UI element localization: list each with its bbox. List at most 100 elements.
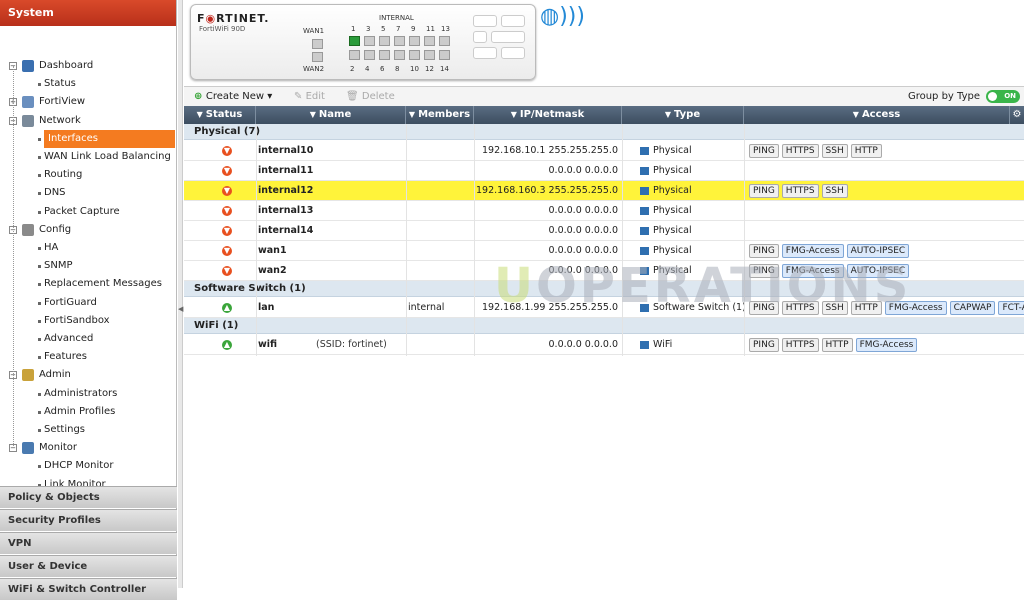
- sidebar-section-user-device[interactable]: User & Device: [0, 555, 177, 577]
- col-access[interactable]: ▼ Access: [744, 106, 1010, 124]
- sidebar-item-dns[interactable]: DNS: [0, 184, 177, 202]
- internal-port-7[interactable]: [394, 36, 405, 46]
- internal-port-11[interactable]: [424, 36, 435, 46]
- sidebar-item-network[interactable]: − Network: [0, 112, 177, 130]
- tree-bullet-icon: [38, 319, 41, 323]
- sidebar-item-routing[interactable]: Routing: [0, 166, 177, 184]
- access-badge-http: HTTP: [821, 337, 853, 352]
- internal-port-10[interactable]: [409, 50, 420, 60]
- table-row[interactable]: ▼ internal13 0.0.0.0 0.0.0.0 Physical: [184, 201, 1024, 221]
- internal-port-5[interactable]: [379, 36, 390, 46]
- table-row[interactable]: ▼ internal12 192.168.160.3 255.255.255.0 Ph…: [184, 181, 1024, 201]
- sidebar-item-admin-profiles[interactable]: Admin Profiles: [0, 403, 177, 421]
- sidebar-header[interactable]: System: [0, 0, 176, 26]
- sidebar-item-ha[interactable]: HA: [0, 239, 177, 257]
- sidebar-splitter[interactable]: ◀: [178, 0, 183, 588]
- access-badge-ssh: SSH: [821, 183, 848, 198]
- internal-port-9[interactable]: [409, 36, 420, 46]
- group-by-toggle[interactable]: ON: [986, 90, 1020, 103]
- sidebar-section-policy-objects[interactable]: Policy & Objects: [0, 486, 177, 508]
- collapse-arrow-icon[interactable]: ◀: [178, 305, 183, 313]
- sidebar-item-dhcp-monitor[interactable]: DHCP Monitor: [0, 457, 177, 475]
- sidebar-item-settings[interactable]: Settings: [0, 421, 177, 439]
- internal-port-8[interactable]: [394, 50, 405, 60]
- delete-button[interactable]: 🗑 Delete: [346, 90, 395, 104]
- group-header-wifi-1[interactable]: WiFi (1): [184, 318, 1024, 334]
- sidebar-item-replacement-messages[interactable]: Replacement Messages: [0, 275, 177, 293]
- config-icon: [22, 223, 34, 236]
- type-label: WiFi: [653, 339, 673, 350]
- interface-name[interactable]: internal14: [258, 221, 313, 241]
- wan2-port[interactable]: [312, 52, 323, 62]
- interface-name[interactable]: wifi: [258, 335, 277, 355]
- table-row[interactable]: ▼ internal14 0.0.0.0 0.0.0.0 Physical: [184, 221, 1024, 241]
- internal-port-1[interactable]: [349, 36, 360, 46]
- sidebar-item-fortiguard[interactable]: FortiGuard: [0, 294, 177, 312]
- filter-icon: ▼: [664, 110, 672, 119]
- tree-bullet-icon: [38, 210, 41, 214]
- sidebar-item-administrators[interactable]: Administrators: [0, 385, 177, 403]
- sidebar-item-snmp[interactable]: SNMP: [0, 257, 177, 275]
- monitor-icon: [22, 442, 34, 455]
- table-row[interactable]: ▼ internal10 192.168.10.1 255.255.255.0 Phy…: [184, 141, 1024, 161]
- col-ip[interactable]: ▼ IP/Netmask: [474, 106, 622, 124]
- sidebar-section-vpn[interactable]: VPN: [0, 532, 177, 554]
- ip-netmask-cell: 192.168.10.1 255.255.255.0: [482, 145, 618, 156]
- sidebar-item-wan-link-load-balancing[interactable]: WAN Link Load Balancing: [0, 148, 177, 166]
- sidebar-item-status[interactable]: Status: [0, 75, 177, 93]
- sidebar-item-interfaces[interactable]: Interfaces: [0, 129, 177, 148]
- sidebar-item-admin[interactable]: − Admin: [0, 366, 177, 384]
- internal-port-13[interactable]: [439, 36, 450, 46]
- port-label: 1: [351, 25, 356, 33]
- internal-port-12[interactable]: [424, 50, 435, 60]
- column-settings-gear-icon[interactable]: ⚙: [1010, 106, 1024, 124]
- create-new-button[interactable]: ⊕ Create New ▾: [194, 90, 272, 104]
- group-header-physical-7[interactable]: Physical (7): [184, 124, 1024, 140]
- sidebar-item-label: SNMP: [44, 260, 73, 272]
- port-label: 6: [380, 65, 385, 73]
- col-status[interactable]: ▼ Status: [184, 106, 256, 124]
- sidebar-item-fortiview[interactable]: + FortiView: [0, 93, 177, 111]
- table-row[interactable]: ▲ wifi (SSID: fortinet) 0.0.0.0 0.0.0.0 WiFi…: [184, 335, 1024, 355]
- col-type[interactable]: ▼ Type: [622, 106, 744, 124]
- status-down-icon: ▼: [222, 166, 232, 176]
- interface-name[interactable]: internal13: [258, 201, 313, 221]
- col-members[interactable]: ▼ Members: [406, 106, 474, 124]
- wifi-icon: [640, 340, 649, 349]
- internal-port-14[interactable]: [439, 50, 450, 60]
- type-cell: Physical: [640, 221, 692, 241]
- port-label: 13: [441, 25, 450, 33]
- sidebar-section-wifi-switch-controller[interactable]: WiFi & Switch Controller: [0, 578, 177, 600]
- sidebar-item-config[interactable]: − Config: [0, 221, 177, 239]
- sidebar-item-label: Status: [44, 78, 76, 90]
- sidebar-item-fortisandbox[interactable]: FortiSandbox: [0, 312, 177, 330]
- interface-name[interactable]: wan2: [258, 261, 287, 281]
- internal-port-4[interactable]: [364, 50, 375, 60]
- sidebar-item-label: Network: [39, 114, 81, 126]
- physical-port-icon: [640, 246, 649, 255]
- internal-port-3[interactable]: [364, 36, 375, 46]
- interface-name[interactable]: lan: [258, 298, 274, 318]
- wan1-port[interactable]: [312, 39, 323, 49]
- sidebar-item-features[interactable]: Features: [0, 348, 177, 366]
- internal-port-2[interactable]: [349, 50, 360, 60]
- interface-name[interactable]: internal12: [258, 181, 313, 201]
- col-name[interactable]: ▼ Name: [256, 106, 406, 124]
- internal-port-6[interactable]: [379, 50, 390, 60]
- sidebar-item-monitor[interactable]: − Monitor: [0, 439, 177, 457]
- sidebar-item-packet-capture[interactable]: Packet Capture: [0, 203, 177, 221]
- sidebar-item-label: Packet Capture: [44, 205, 120, 217]
- edit-button[interactable]: ✎ Edit: [294, 90, 325, 104]
- tree-bullet-icon: [38, 174, 41, 178]
- sidebar-item-advanced[interactable]: Advanced: [0, 330, 177, 348]
- access-badge-ping: PING: [749, 143, 779, 158]
- tree-bullet-icon: [38, 301, 41, 305]
- interface-name[interactable]: internal10: [258, 141, 313, 161]
- sidebar-item-dashboard[interactable]: − Dashboard: [0, 57, 177, 75]
- ip-netmask-cell: 192.168.160.3 255.255.255.0: [476, 185, 618, 196]
- table-row[interactable]: ▼ internal11 0.0.0.0 0.0.0.0 Physical: [184, 161, 1024, 181]
- sidebar-section-security-profiles[interactable]: Security Profiles: [0, 509, 177, 531]
- interface-name[interactable]: internal11: [258, 161, 313, 181]
- sidebar-item-label: Monitor: [39, 442, 78, 454]
- interface-name[interactable]: wan1: [258, 241, 287, 261]
